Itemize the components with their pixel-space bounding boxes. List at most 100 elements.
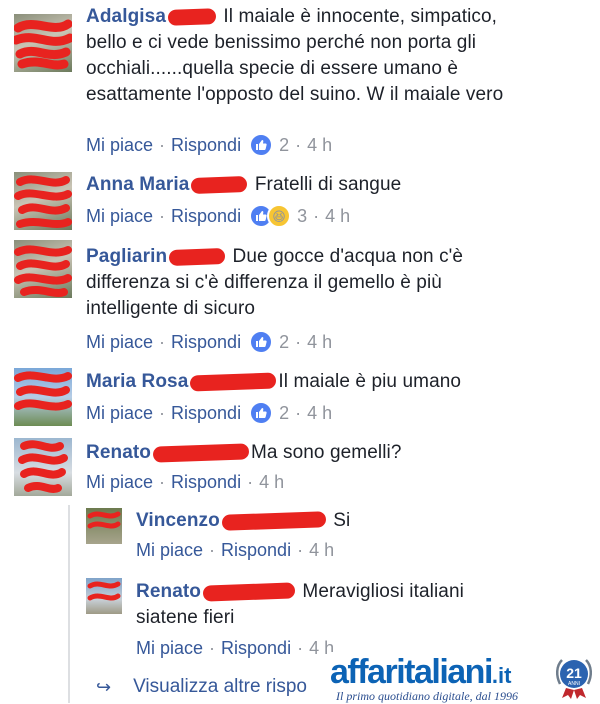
separator-dot: · (159, 331, 166, 352)
separator-dot: · (159, 402, 166, 423)
comment-text-line: Fratelli di sangue (254, 174, 402, 195)
timestamp[interactable]: 4 h (325, 206, 350, 227)
redaction-scribble (18, 440, 68, 493)
timestamp[interactable]: 4 h (307, 135, 332, 156)
avatar[interactable] (86, 508, 122, 544)
commenter-name[interactable]: Adalgisa (86, 6, 166, 27)
anniversary-badge-icon: 21 ANNI (556, 659, 592, 699)
reply-link[interactable]: Rispondi (171, 403, 241, 424)
avatar[interactable] (14, 172, 72, 230)
comment-body: Renato Ma sono gemelli? (86, 440, 586, 466)
redaction-scribble (14, 175, 72, 228)
avatar[interactable] (14, 438, 72, 496)
comment-text-line: bello e ci vede benissimo perché non por… (86, 32, 477, 53)
reply-link[interactable]: Rispondi (171, 206, 241, 227)
redaction-mark (168, 248, 226, 266)
comment-text-line: occhiali......quella specie di essere um… (86, 58, 459, 79)
commenter-name[interactable]: Maria Rosa (86, 371, 188, 392)
logo-tagline: Il primo quotidiano digitale, dal 1996 (336, 689, 518, 703)
commenter-name[interactable]: Anna Maria (86, 174, 189, 195)
thumbs-up-icon (249, 330, 274, 354)
separator-dot: · (159, 134, 166, 155)
timestamp[interactable]: 4 h (307, 332, 332, 353)
redaction-scribble (14, 245, 72, 297)
redaction-scribble (14, 371, 72, 411)
comment-actions: Mi piace · Rispondi 2 · 4 h (86, 401, 332, 425)
avatar[interactable] (14, 14, 72, 72)
comment-actions: Mi piace · Rispondi · 4 h (136, 638, 334, 659)
separator-dot: · (209, 540, 216, 560)
comment-actions: Mi piace · Rispondi · 4 h (136, 540, 334, 561)
like-link[interactable]: Mi piace (86, 206, 153, 227)
reaction-count: 3 (297, 205, 308, 226)
redaction-mark (191, 176, 248, 194)
comment-text-line: differenza si c'è differenza il gemello … (86, 272, 442, 293)
separator-dot: · (297, 540, 304, 560)
reply-link[interactable]: Rispondi (171, 472, 241, 493)
separator-dot: · (297, 638, 304, 658)
separator-dot: · (295, 134, 302, 155)
separator-dot: · (295, 402, 302, 423)
thumbs-up-icon (249, 133, 274, 157)
reaction-count: 2 (279, 331, 290, 352)
reactions[interactable]: 2 (249, 330, 289, 354)
commenter-name[interactable]: Renato (86, 442, 151, 463)
comment-actions: Mi piace · Rispondi · 4 h (86, 472, 284, 493)
reply-link[interactable]: Rispondi (171, 332, 241, 353)
comment-body: Maria Rosa Il maiale è piu umano (86, 369, 586, 395)
logo-domain: .it (491, 663, 512, 688)
like-link[interactable]: Mi piace (136, 540, 203, 561)
comment-body: Pagliarin Due gocce d'acqua non c'è diff… (86, 244, 586, 322)
laughing-emoji-icon: 😆 (267, 204, 292, 228)
reactions[interactable]: 😆 3 (249, 204, 307, 228)
view-more-replies-link[interactable]: ↪ Visualizza altre rispo (96, 676, 307, 698)
timestamp[interactable]: 4 h (259, 472, 284, 493)
comment-body: Anna Maria Fratelli di sangue (86, 172, 586, 198)
thumbs-up-icon (249, 401, 274, 425)
reaction-count: 2 (279, 402, 290, 423)
badge-number: 21 (566, 665, 582, 681)
separator-dot: · (295, 331, 302, 352)
avatar[interactable] (86, 578, 122, 614)
comment-text-line: intelligente di sicuro (86, 298, 256, 319)
timestamp[interactable]: 4 h (309, 540, 334, 561)
reply-link[interactable]: Rispondi (221, 540, 291, 561)
comment-text-line: Il maiale è piu umano (278, 371, 462, 392)
redaction-mark (221, 511, 327, 531)
comment-text-line: Ma sono gemelli? (251, 442, 402, 463)
comment-text-line: Due gocce d'acqua non c'è (232, 246, 464, 267)
comment-text-line: esattamente l'opposto del suino. W il ma… (86, 84, 504, 105)
redaction-mark (152, 443, 250, 463)
reactions[interactable]: 2 (249, 133, 289, 157)
comment-body: Adalgisa Il maiale è innocente, simpatic… (86, 4, 586, 108)
redaction-mark (202, 582, 296, 602)
avatar[interactable] (14, 368, 72, 426)
redaction-scribble (87, 511, 121, 529)
comment-text-line: Meravigliosi italiani (302, 581, 464, 602)
like-link[interactable]: Mi piace (86, 135, 153, 156)
commenter-name[interactable]: Renato (136, 581, 201, 602)
logo-brand: affaritaliani (330, 653, 493, 691)
logo-wordmark: affaritaliani.it (330, 654, 511, 694)
timestamp[interactable]: 4 h (307, 403, 332, 424)
like-link[interactable]: Mi piace (86, 472, 153, 493)
reply-link[interactable]: Rispondi (171, 135, 241, 156)
reactions[interactable]: 2 (249, 401, 289, 425)
redaction-mark (167, 8, 217, 26)
separator-dot: · (159, 205, 166, 226)
commenter-name[interactable]: Pagliarin (86, 246, 167, 267)
reply-link[interactable]: Rispondi (221, 638, 291, 659)
separator-dot: · (159, 472, 166, 492)
avatar[interactable] (14, 240, 72, 298)
badge-text: ANNI (568, 681, 580, 687)
like-link[interactable]: Mi piace (86, 332, 153, 353)
watermark-logo: affaritaliani.it Il primo quotidiano dig… (330, 652, 600, 703)
reaction-count: 2 (279, 134, 290, 155)
reply-thread-line (68, 505, 70, 703)
comment-actions: Mi piace · Rispondi 😆 3 · 4 h (86, 204, 350, 228)
like-link[interactable]: Mi piace (86, 403, 153, 424)
commenter-name[interactable]: Vincenzo (136, 510, 220, 531)
like-link[interactable]: Mi piace (136, 638, 203, 659)
comment-actions: Mi piace · Rispondi 2 · 4 h (86, 330, 332, 354)
comment-text-line: Si (333, 510, 351, 531)
